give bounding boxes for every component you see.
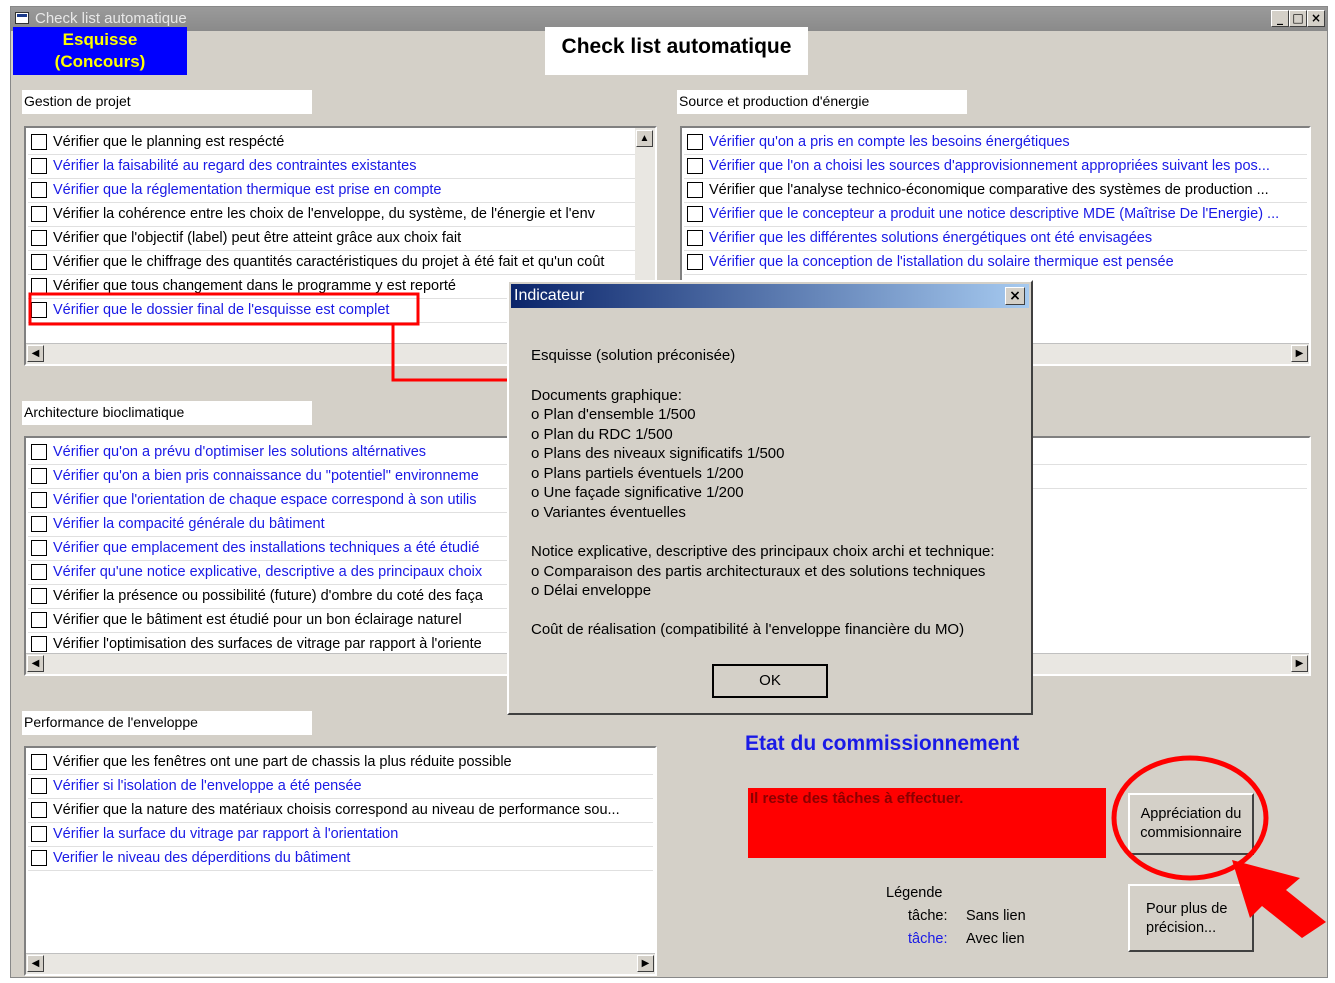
ok-button[interactable]: OK — [712, 664, 828, 698]
dialog-text-line: o Délai enveloppe — [531, 582, 652, 599]
dialog-text-line: o Plans partiels éventuels 1/200 — [531, 465, 744, 482]
highlight-ellipse — [1111, 755, 1269, 881]
dialog-text-line: o Variantes éventuelles — [531, 504, 686, 521]
big-arrow-icon — [1232, 860, 1326, 938]
dialog-text-line: o Plan d'ensemble 1/500 — [531, 406, 696, 423]
indicateur-dialog: Indicateur × Esquisse (solution préconis… — [507, 280, 1033, 715]
dialog-text-line: Notice explicative, descriptive des prin… — [531, 543, 995, 560]
dialog-text-line: Coût de réalisation (compatibilité à l'e… — [531, 621, 965, 638]
dialog-title: Indicateur — [514, 287, 585, 304]
dialog-text-line: Documents graphique: — [531, 387, 682, 404]
dialog-close-button[interactable]: × — [1005, 287, 1025, 305]
dialog-text-line: o Plan du RDC 1/500 — [531, 426, 673, 443]
dialog-text-line: o Plans des niveaux significatifs 1/500 — [531, 445, 785, 462]
dialog-text-line: o Comparaison des partis architecturaux … — [531, 563, 986, 580]
dialog-text-line: Esquisse (solution préconisée) — [531, 347, 736, 364]
dialog-titlebar: Indicateur × — [511, 284, 1029, 308]
highlight-rectangle — [28, 292, 420, 326]
dialog-text-line: o Une façade significative 1/200 — [531, 484, 744, 501]
